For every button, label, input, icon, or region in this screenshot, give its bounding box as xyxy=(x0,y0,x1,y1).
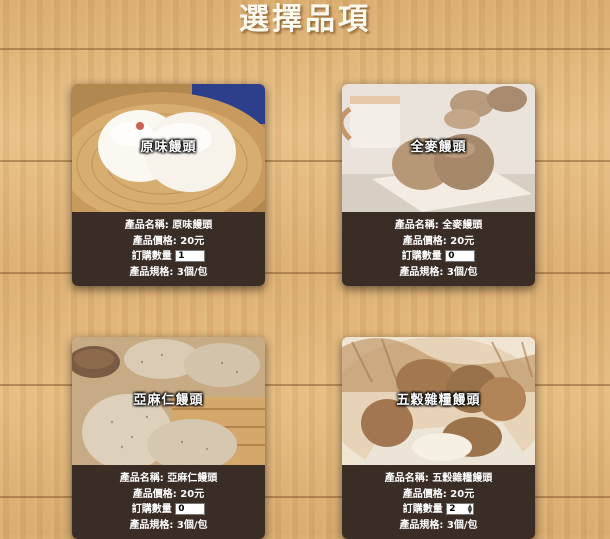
product-name-row: 產品名稱: 亞麻仁饅頭 xyxy=(72,471,265,487)
product-photo-label: 五穀雜糧饅頭 xyxy=(396,393,481,408)
product-spec-row: 產品規格: 3個/包 xyxy=(72,518,265,534)
product-spec: 3個/包 xyxy=(176,266,208,278)
product-price: 20元 xyxy=(180,488,205,500)
product-spec-label: 產品規格: xyxy=(399,519,447,531)
product-photo: 五穀雜糧饅頭 xyxy=(342,337,535,465)
product-name-label: 產品名稱: xyxy=(119,473,168,484)
product-qty-row: 訂購數量 1 xyxy=(72,249,265,265)
product-photo: 全麥饅頭 xyxy=(342,84,535,212)
product-spec-row: 產品規格: 3個/包 xyxy=(72,265,265,281)
product-price-label: 產品價格: xyxy=(132,488,181,500)
product-name-row: 產品名稱: 原味饅頭 xyxy=(72,218,265,234)
product-price-row: 產品價格: 20元 xyxy=(342,487,535,503)
product-name-label: 產品名稱: xyxy=(384,473,433,484)
product-price-row: 產品價格: 20元 xyxy=(342,234,535,250)
product-spec: 3個/包 xyxy=(446,519,478,531)
product-photo-label: 原味饅頭 xyxy=(140,140,197,155)
product-price-label: 產品價格: xyxy=(402,488,451,500)
product-name-label: 產品名稱: xyxy=(124,220,173,231)
page-title: 選擇品項 xyxy=(239,2,371,37)
product-name-label: 產品名稱: xyxy=(394,220,443,231)
product-price-row: 產品價格: 20元 xyxy=(72,487,265,503)
quantity-stepper[interactable]: 2 ▲ ▼ xyxy=(446,503,475,515)
product-name-row: 產品名稱: 五穀雜糧饅頭 xyxy=(342,471,535,487)
product-card-flaxseed: 亞麻仁饅頭 產品名稱: 亞麻仁饅頭 產品價格: 20元 訂購數量 0 產品規格:… xyxy=(72,337,265,539)
product-photo-label: 亞麻仁饅頭 xyxy=(133,393,204,408)
product-spec: 3個/包 xyxy=(446,266,478,278)
product-qty-label: 訂購數量 xyxy=(402,504,443,515)
product-spec: 3個/包 xyxy=(176,519,208,531)
product-photo-label: 全麥饅頭 xyxy=(410,140,467,155)
product-name: 原味饅頭 xyxy=(172,220,213,231)
stepper-arrows-icon[interactable]: ▲ ▼ xyxy=(468,504,473,515)
product-name-row: 產品名稱: 全麥饅頭 xyxy=(342,218,535,234)
product-price-row: 產品價格: 20元 xyxy=(72,234,265,250)
product-info: 產品名稱: 五穀雜糧饅頭 產品價格: 20元 訂購數量 2 ▲ ▼ 產品規格: 3個… xyxy=(342,465,535,539)
product-price: 20元 xyxy=(450,488,475,500)
quantity-value: 2 xyxy=(449,504,456,514)
product-spec-label: 產品規格: xyxy=(129,266,177,278)
product-info: 產品名稱: 原味饅頭 產品價格: 20元 訂購數量 1 產品規格: 3個/包 xyxy=(72,212,265,286)
product-spec-label: 產品規格: xyxy=(129,519,177,531)
product-qty-label: 訂購數量 xyxy=(131,251,172,262)
product-name: 亞麻仁饅頭 xyxy=(167,473,218,484)
product-card-whole-wheat: 全麥饅頭 產品名稱: 全麥饅頭 產品價格: 20元 訂購數量 0 產品規格: 3… xyxy=(342,84,535,286)
product-qty-label: 訂購數量 xyxy=(401,251,442,262)
product-qty-row: 訂購數量 0 xyxy=(72,502,265,518)
product-spec-label: 產品規格: xyxy=(399,266,447,278)
product-card-multigrain: 五穀雜糧饅頭 產品名稱: 五穀雜糧饅頭 產品價格: 20元 訂購數量 2 ▲ ▼ 產… xyxy=(342,337,535,539)
product-info: 產品名稱: 亞麻仁饅頭 產品價格: 20元 訂購數量 0 產品規格: 3個/包 xyxy=(72,465,265,539)
quantity-input[interactable]: 1 xyxy=(175,250,206,262)
product-qty-row: 訂購數量 0 xyxy=(342,249,535,265)
product-spec-row: 產品規格: 3個/包 xyxy=(342,518,535,534)
product-photo: 亞麻仁饅頭 xyxy=(72,337,265,465)
product-photo: 原味饅頭 xyxy=(72,84,265,212)
product-price: 20元 xyxy=(180,235,205,247)
product-price: 20元 xyxy=(450,235,475,247)
product-qty-row: 訂購數量 2 ▲ ▼ xyxy=(342,502,535,518)
product-name: 全麥饅頭 xyxy=(442,220,483,231)
product-name: 五穀雜糧饅頭 xyxy=(432,473,493,484)
product-price-label: 產品價格: xyxy=(402,235,451,247)
product-price-label: 產品價格: xyxy=(132,235,181,247)
product-card-plain: 原味饅頭 產品名稱: 原味饅頭 產品價格: 20元 訂購數量 1 產品規格: 3… xyxy=(72,84,265,286)
product-spec-row: 產品規格: 3個/包 xyxy=(342,265,535,281)
product-qty-label: 訂購數量 xyxy=(131,504,172,515)
product-info: 產品名稱: 全麥饅頭 產品價格: 20元 訂購數量 0 產品規格: 3個/包 xyxy=(342,212,535,286)
quantity-input[interactable]: 0 xyxy=(445,250,476,262)
quantity-input[interactable]: 0 xyxy=(175,503,206,515)
